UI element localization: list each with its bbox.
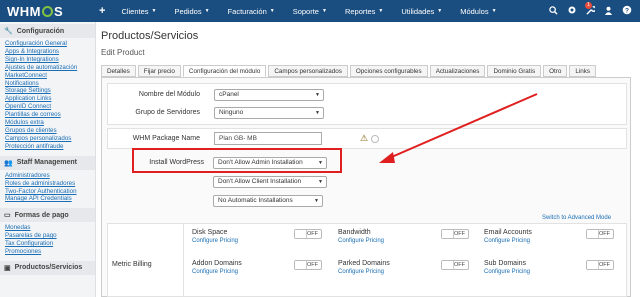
sidebar-link[interactable]: Campos personalizados — [0, 135, 95, 143]
add-new-icon[interactable]: + — [87, 5, 112, 17]
sidebar-heading-configuracion: 🔧 Configuración — [0, 24, 95, 38]
chevron-down-icon: ▼ — [204, 8, 210, 14]
wrench-icon: 🔧 — [4, 28, 13, 35]
wrench-icon[interactable] — [586, 5, 597, 17]
sidebar-link[interactable]: Two-Factor Authentication — [0, 188, 95, 196]
top-icons: ? — [549, 0, 632, 22]
sidebar-group-formas-pago: Monedas Pasarelas de pago Tax Configurat… — [0, 222, 95, 259]
sidebar-group-staff: Administradores Roles de administradores… — [0, 170, 95, 207]
sidebar-link[interactable]: MarketConnect — [0, 72, 95, 80]
chevron-down-icon: ▼ — [151, 8, 157, 14]
main-menu: + Clientes ▼ Pedidos ▼ Facturación ▼ Soport… — [87, 5, 506, 17]
sidebar-link[interactable]: Protección antifraude — [0, 143, 95, 151]
sidebar-link[interactable]: Ajustes de automatización — [0, 64, 95, 72]
chevron-down-icon: ▼ — [437, 8, 443, 14]
menu-pedidos[interactable]: Pedidos ▼ — [166, 7, 219, 16]
sidebar-link[interactable]: Application Links — [0, 95, 95, 103]
sidebar-link[interactable]: Storage Settings — [0, 87, 95, 95]
sidebar-link[interactable]: Módulos extra — [0, 119, 95, 127]
sidebar-link[interactable]: Promociones — [0, 248, 95, 256]
menu-reportes[interactable]: Reportes ▼ — [336, 7, 392, 16]
credit-card-icon: ▭ — [4, 212, 11, 220]
sidebar-link[interactable]: Apps & Integrations — [0, 48, 95, 56]
sidebar-link[interactable]: Tax Configuration — [0, 240, 95, 248]
sidebar-link[interactable]: Administradores — [0, 172, 95, 180]
sidebar-link[interactable]: Notifications — [0, 80, 95, 88]
svg-text:?: ? — [625, 7, 629, 14]
sidebar-link[interactable]: Configuración General — [0, 40, 95, 48]
menu-soporte[interactable]: Soporte ▼ — [284, 7, 336, 16]
sidebar-link[interactable]: Plantillas de correos — [0, 111, 95, 119]
search-icon[interactable] — [549, 5, 558, 17]
sidebar-link[interactable]: Pasarelas de pago — [0, 232, 95, 240]
box-icon: ▣ — [4, 264, 11, 272]
chevron-down-icon: ▼ — [378, 8, 384, 14]
sidebar-link[interactable]: Grupos de clientes — [0, 127, 95, 135]
menu-utilidades[interactable]: Utilidades ▼ — [392, 7, 451, 16]
sidebar-link[interactable]: Sign-In Integrations — [0, 56, 95, 64]
chevron-down-icon: ▼ — [269, 8, 275, 14]
main-content: Productos/Servicios Edit Product Detalle… — [97, 22, 640, 297]
users-icon: 👥 — [4, 159, 13, 167]
menu-clientes[interactable]: Clientes ▼ — [112, 7, 165, 16]
help-icon[interactable]: ? — [622, 5, 632, 17]
user-icon[interactable] — [604, 6, 613, 17]
sidebar-heading-staff: 👥 Staff Management — [0, 155, 95, 170]
sidebar: 🔧 Configuración Configuración General App… — [0, 22, 96, 297]
sidebar-heading-productos: ▣ Productos/Servicios — [0, 260, 95, 275]
sidebar-link[interactable]: Roles de administradores — [0, 180, 95, 188]
sidebar-link[interactable]: Manage API Credentials — [0, 195, 95, 203]
menu-facturacion[interactable]: Facturación ▼ — [219, 7, 284, 16]
sidebar-group-configuracion: Configuración General Apps & Integration… — [0, 38, 95, 154]
sidebar-link[interactable]: Monedas — [0, 224, 95, 232]
whmcs-logo[interactable]: WHM S — [7, 4, 87, 19]
menu-modulos[interactable]: Módulos ▼ — [451, 7, 505, 16]
annotation-arrow-icon — [379, 93, 538, 163]
logo-o-icon — [42, 5, 53, 17]
top-navbar: WHM S + Clientes ▼ Pedidos ▼ Facturación ▼ S… — [0, 0, 640, 22]
alert-icon[interactable] — [567, 5, 577, 17]
sidebar-heading-formas-pago: ▭ Formas de pago — [0, 208, 95, 223]
chevron-down-icon: ▼ — [321, 8, 327, 14]
chevron-down-icon: ▼ — [491, 8, 497, 14]
sidebar-link[interactable]: OpenID Connect — [0, 103, 95, 111]
